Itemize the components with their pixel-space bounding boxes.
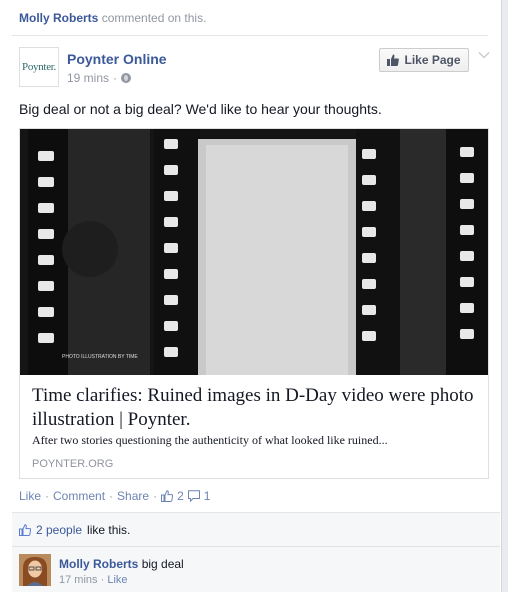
comment-author-link[interactable]: Molly Roberts <box>59 557 138 571</box>
divider <box>12 35 488 36</box>
likes-summary: 2 people like this. <box>19 523 130 537</box>
page-logo[interactable]: Poynter. <box>19 47 59 87</box>
thumbs-up-icon <box>19 524 31 536</box>
comment-timestamp[interactable]: 17 mins <box>59 574 98 586</box>
thumbs-up-icon <box>387 54 400 66</box>
likes-suffix: like this. <box>87 523 131 537</box>
comment-link[interactable]: Comment <box>53 489 105 503</box>
comment-like-link[interactable]: Like <box>107 574 127 586</box>
page-name-link[interactable]: Poynter Online <box>67 51 167 67</box>
comment-body: Molly Roberts big deal <box>59 557 184 571</box>
action-separator: · <box>153 489 158 503</box>
comment-separator: · <box>100 574 105 586</box>
story-actions: Like · Comment · Share · 2 1 <box>19 489 210 503</box>
comment-count-icon[interactable] <box>187 490 200 502</box>
story-action-text: commented on this. <box>101 11 207 25</box>
comment-text: big deal <box>141 557 184 571</box>
like-page-label: Like Page <box>404 53 461 67</box>
chevron-down-icon[interactable] <box>478 49 490 61</box>
ufi-feedback: 2 people like this. Molly Roberts big de… <box>12 512 500 592</box>
meta-separator: · <box>113 71 118 85</box>
link-preview-image[interactable]: PHOTO ILLUSTRATION BY TIME <box>20 129 488 375</box>
post-timestamp[interactable]: 19 mins <box>67 71 109 85</box>
comment-meta: 17 mins · Like <box>59 574 128 586</box>
avatar[interactable] <box>19 554 51 586</box>
link-title[interactable]: Time clarifies: Ruined images in D-Day v… <box>32 384 478 432</box>
comment-count[interactable]: 1 <box>204 489 211 503</box>
story-actor-link[interactable]: Molly Roberts <box>19 11 98 25</box>
divider <box>12 546 500 547</box>
feed-story: Molly Roberts commented on this. Poynter… <box>0 0 502 592</box>
page-logo-text: Poynter. <box>22 61 56 73</box>
like-count[interactable]: 2 <box>177 489 184 503</box>
post-meta: 19 mins · <box>67 71 132 85</box>
link-preview-card[interactable]: PHOTO ILLUSTRATION BY TIME Time clarifie… <box>19 128 489 479</box>
like-count-icon[interactable] <box>161 490 174 502</box>
likers-link[interactable]: 2 people <box>36 523 82 537</box>
post-message: Big deal or not a big deal? We'd like to… <box>19 101 382 117</box>
like-page-button[interactable]: Like Page <box>379 48 469 72</box>
link-domain: POYNTER.ORG <box>32 458 114 470</box>
image-caption: PHOTO ILLUSTRATION BY TIME <box>62 354 138 360</box>
action-separator: · <box>45 489 50 503</box>
globe-icon[interactable] <box>121 73 132 83</box>
link-description: After two stories questioning the authen… <box>32 433 388 447</box>
action-separator: · <box>109 489 114 503</box>
story-header: Molly Roberts commented on this. <box>19 11 206 25</box>
like-link[interactable]: Like <box>19 489 41 503</box>
share-link[interactable]: Share <box>117 489 149 503</box>
